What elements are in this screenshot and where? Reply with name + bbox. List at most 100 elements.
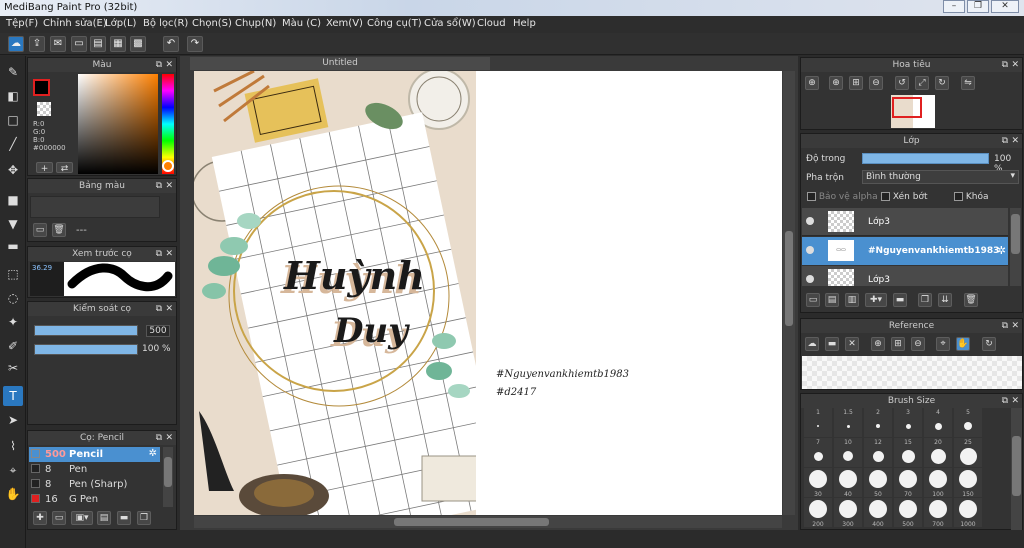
rectangle-tool-icon[interactable]: □ xyxy=(3,110,23,130)
menu-cloud[interactable]: Cloud xyxy=(477,18,506,29)
layers-scrollbar[interactable] xyxy=(1010,208,1021,286)
undock-icon[interactable]: ⧉ xyxy=(1002,319,1008,333)
grid-doc-icon[interactable]: ▦ xyxy=(110,36,126,52)
fit-icon[interactable]: ⊞ xyxy=(891,337,905,351)
move-tool-icon[interactable]: ✥ xyxy=(3,160,23,180)
close-icon[interactable]: ✕ xyxy=(165,58,173,72)
comment-icon[interactable]: ✉ xyxy=(50,36,66,52)
divide-tool-icon[interactable]: ⌇ xyxy=(3,436,23,456)
bucket-tool-icon[interactable]: ▼ xyxy=(3,214,23,234)
brush-size-value[interactable]: 500 xyxy=(146,325,170,337)
hue-slider[interactable] xyxy=(162,74,174,174)
undock-icon[interactable]: ⧉ xyxy=(156,179,162,193)
brush-item-pen-sharp[interactable]: 8 Pen (Sharp) xyxy=(29,477,160,492)
rotate-right-icon[interactable]: ↻ xyxy=(935,76,949,90)
close-icon[interactable]: ✕ xyxy=(1011,58,1019,72)
close-icon[interactable]: ✕ xyxy=(1011,319,1019,333)
hue-handle[interactable] xyxy=(162,160,174,172)
navigator-thumbnail[interactable] xyxy=(891,95,935,128)
duplicate-icon[interactable]: ❐ xyxy=(137,511,151,525)
new-halftone-layer-icon[interactable]: ▤ xyxy=(825,293,839,307)
close-icon[interactable]: ✕ xyxy=(1011,394,1019,408)
gear-icon[interactable]: ✲ xyxy=(149,448,157,459)
menu-tools[interactable]: Công cụ(T) xyxy=(367,18,422,29)
document-icon[interactable]: ▤ xyxy=(90,36,106,52)
page-icon[interactable]: ▭ xyxy=(71,36,87,52)
eye-icon[interactable] xyxy=(806,217,814,225)
reference-image-area[interactable] xyxy=(802,356,1022,389)
undock-icon[interactable]: ⧉ xyxy=(1002,134,1008,148)
folder-icon[interactable]: ▬ xyxy=(117,511,131,525)
lock-checkbox[interactable]: Khóa xyxy=(954,192,989,202)
menu-color[interactable]: Màu (C) xyxy=(282,18,321,29)
new-palette-icon[interactable]: ▭ xyxy=(33,223,47,237)
blend-mode-select[interactable]: Bình thường ▾ xyxy=(862,170,1019,184)
protect-alpha-checkbox[interactable]: Bảo vệ alpha xyxy=(807,192,878,202)
eye-icon[interactable] xyxy=(806,275,814,283)
lasso-icon[interactable]: ◌ xyxy=(3,288,23,308)
delete-palette-icon[interactable]: 🗑 xyxy=(52,223,66,237)
canvas-vertical-scrollbar[interactable] xyxy=(783,71,795,515)
tiles-icon[interactable]: ▩ xyxy=(130,36,146,52)
close-icon[interactable]: ✕ xyxy=(165,179,173,193)
zoom-out-icon[interactable]: ⊖ xyxy=(869,76,883,90)
layer-row[interactable]: Lớp3 xyxy=(802,266,1008,286)
hand-icon[interactable]: ✋ xyxy=(956,337,970,351)
fit-screen-icon[interactable]: ⤢ xyxy=(915,76,929,90)
operation-tool-icon[interactable]: ➤ xyxy=(3,410,23,430)
close-icon[interactable]: ✕ xyxy=(165,302,173,316)
select-eraser-icon[interactable]: ✂ xyxy=(3,358,23,378)
brush-item-g-pen[interactable]: 16 G Pen xyxy=(29,492,160,507)
open-folder-icon[interactable]: ▬ xyxy=(825,337,839,351)
gradient-tool-icon[interactable]: ▬ xyxy=(3,236,23,256)
new-layer-icon[interactable]: ▭ xyxy=(806,293,820,307)
brush-item-pencil[interactable]: 500 Pencil ✲ xyxy=(29,447,160,462)
color-saturation-box[interactable] xyxy=(78,74,158,174)
menu-layer[interactable]: Lớp(L) xyxy=(105,18,136,29)
zoom-out-icon[interactable]: ⊖ xyxy=(911,337,925,351)
merge-layer-icon[interactable]: ⇊ xyxy=(938,293,952,307)
cloud-icon[interactable]: ☁ xyxy=(8,36,24,52)
close-reference-icon[interactable]: ✕ xyxy=(845,337,859,351)
undock-icon[interactable]: ⧉ xyxy=(1002,394,1008,408)
undock-icon[interactable]: ⧉ xyxy=(156,431,162,445)
brush-list-scrollbar[interactable] xyxy=(163,447,173,507)
gear-icon[interactable]: ✲ xyxy=(997,244,1006,257)
menu-capture[interactable]: Chụp(N) xyxy=(235,18,276,29)
cloud-icon[interactable]: ☁ xyxy=(805,337,819,351)
canvas-horizontal-scrollbar[interactable] xyxy=(194,516,782,528)
rotate-icon[interactable]: ↻ xyxy=(982,337,996,351)
close-icon[interactable]: ✕ xyxy=(165,431,173,445)
line-tool-icon[interactable]: ╱ xyxy=(3,134,23,154)
undock-icon[interactable]: ⧉ xyxy=(1002,58,1008,72)
zoom-in-icon[interactable]: ⊕ xyxy=(829,76,843,90)
layer-row[interactable]: Lớp3 xyxy=(802,208,1008,236)
brush-tool-icon[interactable]: ✎ xyxy=(3,62,23,82)
add-brush-icon[interactable]: ✚ xyxy=(33,511,47,525)
menu-filter[interactable]: Bộ lọc(R) xyxy=(143,18,188,29)
fill-rect-tool-icon[interactable]: ■ xyxy=(3,190,23,210)
brush-item-pen[interactable]: 8 Pen xyxy=(29,462,160,477)
minimize-button[interactable]: – xyxy=(943,0,965,13)
brush-menu-icon[interactable]: ▣▾ xyxy=(71,511,93,525)
clip-checkbox[interactable]: Xén bớt xyxy=(881,192,928,202)
brush-size-scrollbar[interactable] xyxy=(1011,408,1022,530)
menu-help[interactable]: Help xyxy=(513,18,536,29)
drawing-canvas[interactable]: Huỳnh Duy #Nguyenvankhiemtb1983 #d2417 xyxy=(194,71,782,515)
menu-file[interactable]: Tệp(F) xyxy=(6,18,38,29)
select-rect-icon[interactable]: ⬚ xyxy=(3,264,23,284)
layer-opacity-slider[interactable] xyxy=(862,153,989,164)
eyedropper-icon[interactable]: ⌖ xyxy=(3,460,23,480)
brush-opacity-slider[interactable] xyxy=(34,344,138,355)
menu-window[interactable]: Cửa sổ(W) xyxy=(424,18,476,29)
import-brush-icon[interactable]: ▤ xyxy=(97,511,111,525)
eyedropper-icon[interactable]: ⌖ xyxy=(936,337,950,351)
secondary-color-swatch[interactable] xyxy=(37,102,51,116)
color-swap-button[interactable]: ⇄ xyxy=(56,162,73,174)
primary-color-swatch[interactable] xyxy=(33,79,50,96)
color-add-button[interactable]: + xyxy=(36,162,53,174)
zoom-in-icon[interactable]: ⊕ xyxy=(805,76,819,90)
upload-icon[interactable]: ⇪ xyxy=(29,36,45,52)
layer-row-selected[interactable]: ▭▭ #Nguyenvankhiemtb1983 ✲ xyxy=(802,237,1008,265)
close-icon[interactable]: ✕ xyxy=(165,247,173,261)
